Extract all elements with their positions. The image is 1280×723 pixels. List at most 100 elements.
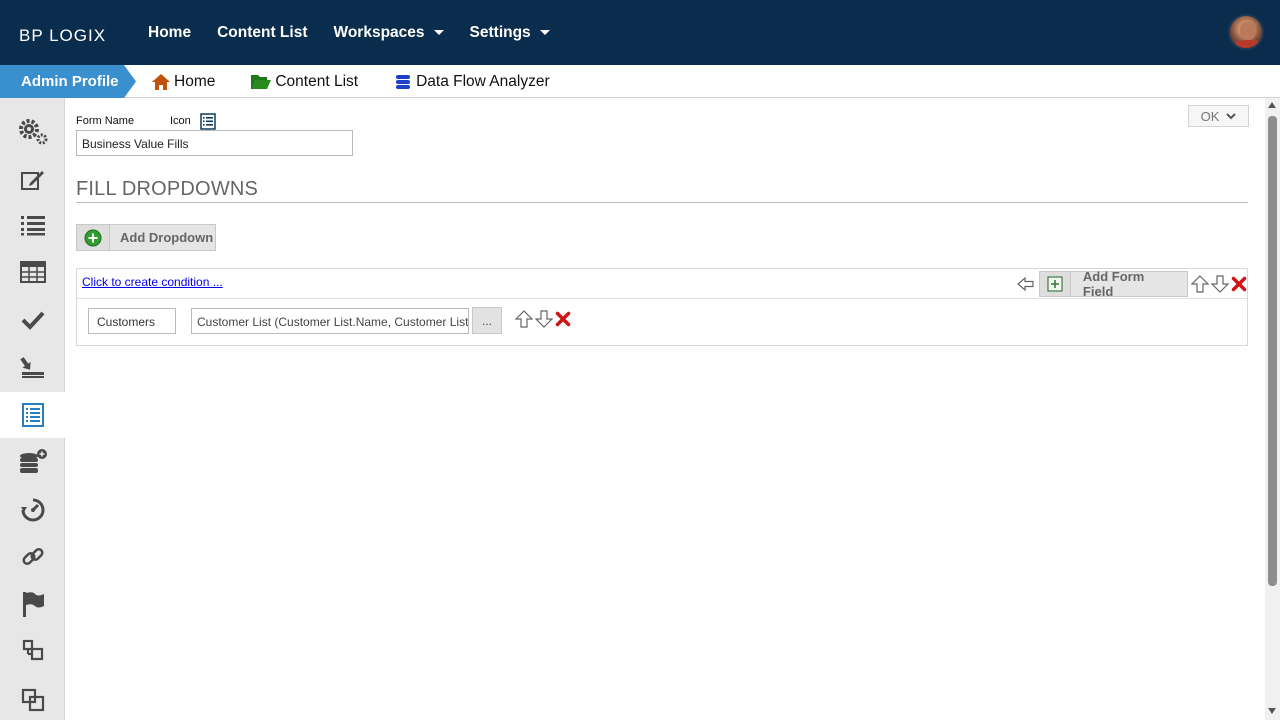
- copy-icon: [21, 688, 44, 712]
- user-avatar[interactable]: [1228, 14, 1264, 50]
- delete-x-icon: [1231, 276, 1247, 292]
- sidebar-item-database-add[interactable]: [0, 439, 65, 485]
- row-move-up-button[interactable]: [515, 310, 533, 328]
- sidebar-item-table[interactable]: [0, 249, 65, 295]
- import-icon: [19, 357, 44, 378]
- main-nav: Home Content List Workspaces Settings: [148, 0, 576, 65]
- sidebar-item-forms[interactable]: [0, 392, 65, 438]
- ok-dropdown-button[interactable]: OK: [1188, 105, 1249, 127]
- icon-label: Icon: [170, 115, 191, 127]
- breadcrumb-data-flow-analyzer[interactable]: Data Flow Analyzer: [394, 73, 550, 91]
- nav-home[interactable]: Home: [148, 24, 191, 42]
- caret-down-icon: [433, 30, 444, 35]
- add-dropdown-button[interactable]: Add Dropdown: [76, 224, 216, 251]
- scroll-up-arrow-icon[interactable]: [1268, 102, 1276, 108]
- arrow-up-icon: [515, 310, 533, 328]
- admin-profile-label: Admin Profile: [21, 73, 119, 90]
- add-form-field-label: Add Form Field: [1082, 269, 1145, 299]
- add-dropdown-label: Add Dropdown: [120, 230, 214, 245]
- plus-circle-icon: [84, 229, 102, 246]
- nav-content-list-label: Content List: [217, 23, 308, 41]
- gears-icon: [18, 119, 47, 145]
- logo-text: BP LOGIX: [19, 26, 107, 45]
- row-tools: [515, 310, 571, 328]
- admin-profile-tab[interactable]: Admin Profile: [0, 65, 136, 98]
- breadcrumb-bar: Admin Profile Home Content List Data Flo…: [0, 65, 1280, 98]
- form-list-icon: [21, 403, 44, 427]
- nav-settings[interactable]: Settings: [470, 24, 550, 42]
- ok-label: OK: [1200, 108, 1220, 124]
- nav-workspaces-label: Workspaces: [333, 23, 425, 41]
- nav-workspaces[interactable]: Workspaces: [333, 23, 444, 42]
- left-sidebar: [0, 98, 65, 720]
- plus-square-icon: [1047, 276, 1063, 292]
- link-icon: [21, 547, 44, 566]
- nav-home-label: Home: [148, 23, 192, 41]
- scroll-down-arrow-icon[interactable]: [1268, 708, 1276, 714]
- add-form-field-icon-box: [1040, 272, 1071, 296]
- flag-icon: [22, 592, 44, 617]
- dropdown-field-input[interactable]: Customers: [88, 308, 176, 334]
- breadcrumb-links: Home Content List Data Flow Analyzer: [152, 65, 586, 98]
- timer-icon: [20, 498, 44, 522]
- avatar-face: [1240, 22, 1256, 40]
- breadcrumb-home-label: Home: [174, 72, 216, 90]
- scrollbar-thumb[interactable]: [1268, 116, 1277, 586]
- sidebar-item-timer[interactable]: [0, 487, 65, 533]
- list-icon: [20, 216, 45, 236]
- database-add-icon: [19, 449, 47, 473]
- vertical-scrollbar[interactable]: [1265, 98, 1280, 720]
- add-dropdown-icon-box: [77, 225, 110, 250]
- dropdown-source-browse-button[interactable]: ...: [472, 307, 502, 334]
- sidebar-item-approve[interactable]: [0, 297, 65, 343]
- main-content: Form Name Icon Business Value Fills OK F…: [65, 98, 1265, 720]
- sidebar-item-hierarchy[interactable]: [0, 627, 65, 673]
- row-move-down-button[interactable]: [535, 310, 553, 328]
- form-name-label: Form Name: [76, 115, 135, 127]
- panel-header: Click to create condition ... Add Form F…: [77, 269, 1247, 299]
- create-condition-link[interactable]: Click to create condition ...: [82, 275, 223, 289]
- delete-x-icon: [555, 311, 571, 327]
- sidebar-item-import[interactable]: [0, 344, 65, 390]
- table-icon: [19, 261, 46, 283]
- chevron-down-icon: [1226, 112, 1237, 119]
- add-form-field-button[interactable]: Add Form Field: [1039, 269, 1188, 299]
- panel-move-down-button[interactable]: [1211, 275, 1229, 293]
- sidebar-item-list[interactable]: [0, 202, 65, 248]
- avatar-shirt: [1234, 40, 1262, 48]
- sidebar-item-links[interactable]: [0, 534, 65, 580]
- sidebar-item-flag[interactable]: [0, 581, 65, 627]
- form-name-input[interactable]: Business Value Fills: [76, 130, 353, 156]
- arrow-down-icon: [535, 310, 553, 328]
- nav-content-list[interactable]: Content List: [217, 24, 307, 42]
- panel-header-tools: Add Form Field: [1017, 269, 1247, 299]
- arrow-up-icon: [1191, 275, 1209, 293]
- form-list-icon: [200, 113, 216, 130]
- panel-delete-button[interactable]: [1231, 276, 1247, 292]
- folder-open-icon: [251, 75, 272, 89]
- panel-back-button[interactable]: [1017, 276, 1035, 292]
- breadcrumb-content-list-label: Content List: [275, 72, 359, 90]
- arrow-left-icon: [1017, 276, 1034, 292]
- sidebar-item-copy[interactable]: [0, 677, 65, 723]
- database-icon: [396, 74, 411, 89]
- bp-logix-logo[interactable]: BP LOGIX: [19, 20, 109, 46]
- top-navigation-bar: BP LOGIX Home Content List Workspaces Se…: [0, 0, 1280, 65]
- hierarchy-icon: [22, 639, 43, 661]
- breadcrumb-home[interactable]: Home: [152, 73, 215, 91]
- sidebar-item-edit[interactable]: [0, 157, 65, 203]
- sidebar-item-settings[interactable]: [0, 108, 65, 154]
- panel-move-up-button[interactable]: [1191, 275, 1209, 293]
- breadcrumb-content-list[interactable]: Content List: [251, 73, 358, 91]
- breadcrumb-data-flow-analyzer-label: Data Flow Analyzer: [416, 72, 550, 90]
- row-delete-button[interactable]: [555, 311, 571, 327]
- section-title: FILL DROPDOWNS: [76, 178, 259, 200]
- edit-icon: [20, 171, 44, 190]
- dropdown-source-input[interactable]: Customer List (Customer List.Name, Custo…: [191, 308, 469, 334]
- section-divider: [76, 202, 1248, 203]
- caret-down-icon: [539, 30, 550, 35]
- form-icon-picker[interactable]: [200, 113, 216, 130]
- check-icon: [21, 311, 44, 330]
- nav-settings-label: Settings: [469, 23, 531, 41]
- arrow-down-icon: [1211, 275, 1229, 293]
